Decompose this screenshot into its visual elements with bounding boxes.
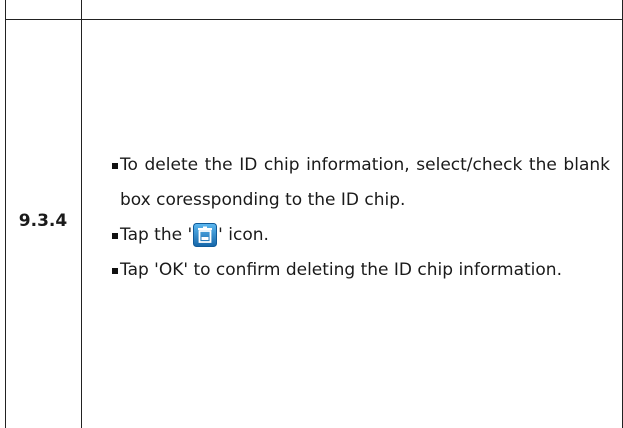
trash-icon [193,223,218,247]
instruction-item-select-chip: To delete the ID chip information, selec… [112,148,610,218]
instruction-item-tap-icon: Tap the ' ' icon. [112,218,610,253]
instruction-list: To delete the ID chip information, selec… [112,148,610,288]
bullet-marker [112,268,118,274]
instruction-text: Tap the ' [120,225,193,245]
instruction-text: To delete the ID chip information, selec… [120,155,610,210]
instruction-text: ' icon. [218,225,269,245]
bullet-marker [112,233,118,239]
table-row-divider [5,19,623,20]
step-number: 9.3.4 [18,211,68,231]
document-page: 9.3.4 To delete the ID chip information,… [0,0,623,428]
bullet-marker [112,163,118,169]
instruction-text: Tap 'OK' to confirm deleting the ID chip… [120,260,562,280]
table-column-divider [81,0,82,428]
instruction-item-confirm-ok: Tap 'OK' to confirm deleting the ID chip… [112,253,610,288]
